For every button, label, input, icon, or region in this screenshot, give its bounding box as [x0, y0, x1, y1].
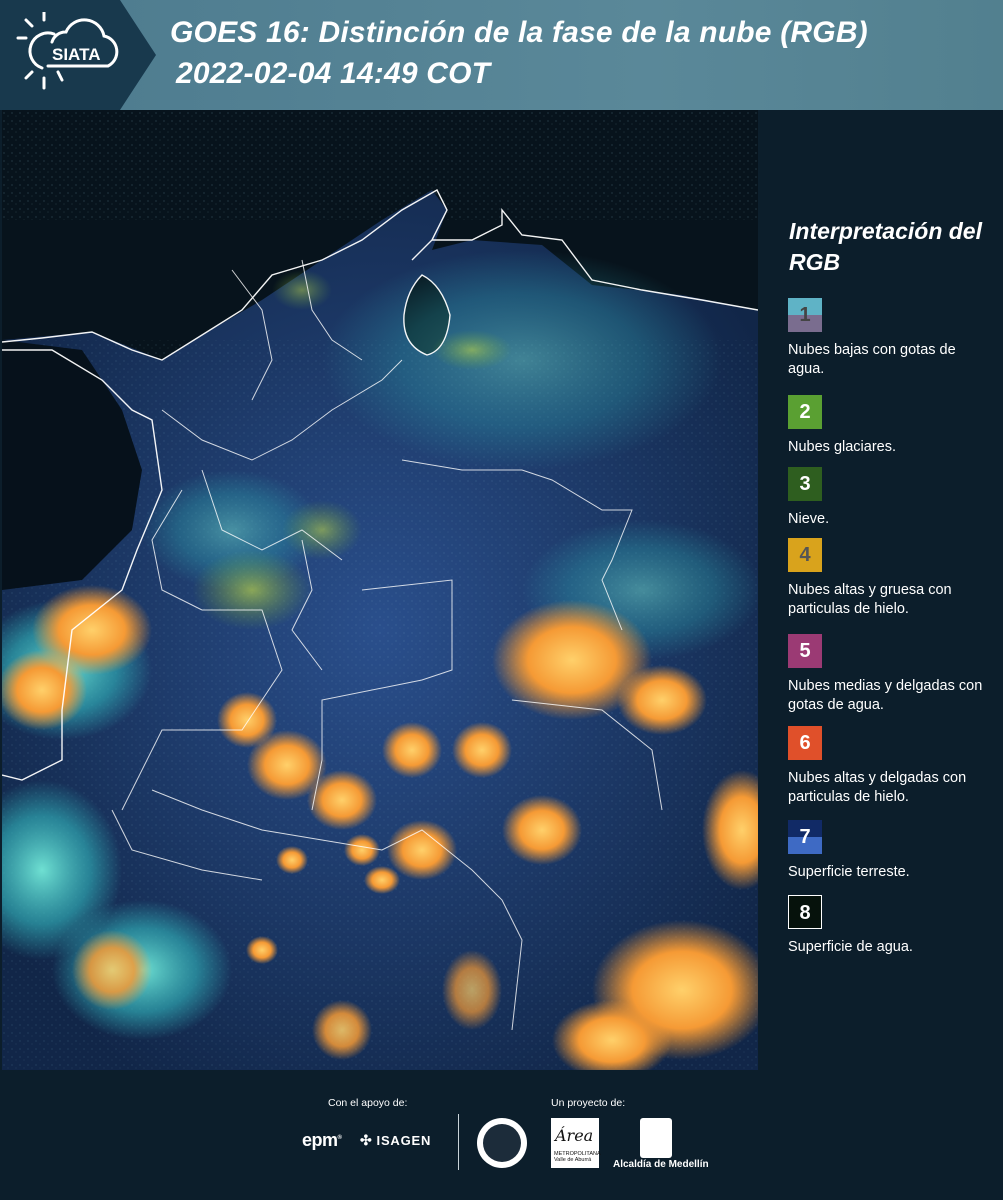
satellite-map [2, 110, 758, 1070]
page-title: GOES 16: Distinción de la fase de la nub… [170, 16, 868, 49]
project-label: Un proyecto de: [551, 1097, 626, 1109]
legend-number: 2 [799, 401, 811, 423]
amva-subtext: METROPOLITANA Valle de Aburrá [554, 1151, 601, 1163]
legend-item-1: 1 Nubes bajas con gotas de agua. [788, 298, 993, 379]
epm-logo: epm® [302, 1130, 342, 1151]
footer: Con el apoyo de: Un proyecto de: epm® ✣ I… [0, 1070, 1003, 1200]
isagen-logo: ✣ ISAGEN [360, 1132, 431, 1149]
legend-item-3: 3 Nieve. [788, 467, 993, 529]
footer-divider [458, 1114, 459, 1170]
legend-label: Nubes altas y gruesa con particulas de h… [788, 582, 952, 617]
legend-number: 5 [799, 640, 811, 662]
legend-number: 8 [799, 902, 811, 924]
legend-item-4: 4 Nubes altas y gruesa con particulas de… [788, 538, 993, 619]
legend-number: 4 [799, 544, 811, 566]
legend-swatch-8: 8 [788, 895, 822, 929]
legend-item-5: 5 Nubes medias y delgadas con gotas de a… [788, 634, 993, 715]
legend-label: Nubes altas y delgadas con particulas de… [788, 770, 967, 805]
amva-text: Área [555, 1126, 594, 1145]
legend-label: Nubes medias y delgadas con gotas de agu… [788, 678, 983, 713]
timestamp: 2022-02-04 14:49 COT [176, 57, 491, 90]
legend-number: 1 [799, 304, 811, 326]
legend-item-8: 8 Superficie de agua. [788, 895, 993, 957]
legend-swatch-4: 4 [788, 538, 822, 572]
legend-label: Nubes bajas con gotas de agua. [788, 342, 956, 377]
university-seal-icon [477, 1118, 527, 1168]
legend-number: 3 [799, 473, 811, 495]
legend-item-2: 2 Nubes glaciares. [788, 395, 993, 457]
medellin-shield-icon [640, 1118, 672, 1158]
legend-item-6: 6 Nubes altas y delgadas con particulas … [788, 726, 993, 807]
legend-label: Superficie terreste. [788, 864, 910, 880]
legend-number: 6 [799, 732, 811, 754]
legend-number: 7 [799, 826, 811, 848]
medellin-label: Alcaldía de Medellín [613, 1159, 709, 1170]
registered-icon: ® [337, 1135, 342, 1141]
amva-logo: Área METROPOLITANA Valle de Aburrá [551, 1118, 601, 1168]
legend-title: Interpretación del RGB [789, 218, 982, 275]
isagen-mark-icon: ✣ [360, 1132, 373, 1148]
legend-swatch-7: 7 [788, 820, 822, 854]
legend-swatch-2: 2 [788, 395, 822, 429]
legend-label: Nubes glaciares. [788, 439, 896, 455]
siata-logo-text: SIATA [52, 45, 100, 64]
legend-swatch-1: 1 [788, 298, 822, 332]
support-label: Con el apoyo de: [328, 1097, 408, 1109]
header: SIATA GOES 16: Distinción de la fase de … [0, 0, 1003, 110]
legend-swatch-6: 6 [788, 726, 822, 760]
siata-logo-icon: SIATA [16, 12, 119, 90]
legend-swatch-5: 5 [788, 634, 822, 668]
legend-label: Nieve. [788, 511, 830, 527]
satellite-image [2, 110, 758, 1070]
epm-text: epm [302, 1130, 338, 1150]
legend-panel: Interpretación del RGB 1 Nubes bajas con… [760, 110, 1003, 1070]
legend-item-7: 7 Superficie terreste. [788, 820, 993, 882]
isagen-text: ISAGEN [376, 1133, 432, 1148]
legend-label: Superficie de agua. [788, 939, 913, 955]
legend-swatch-3: 3 [788, 467, 822, 501]
